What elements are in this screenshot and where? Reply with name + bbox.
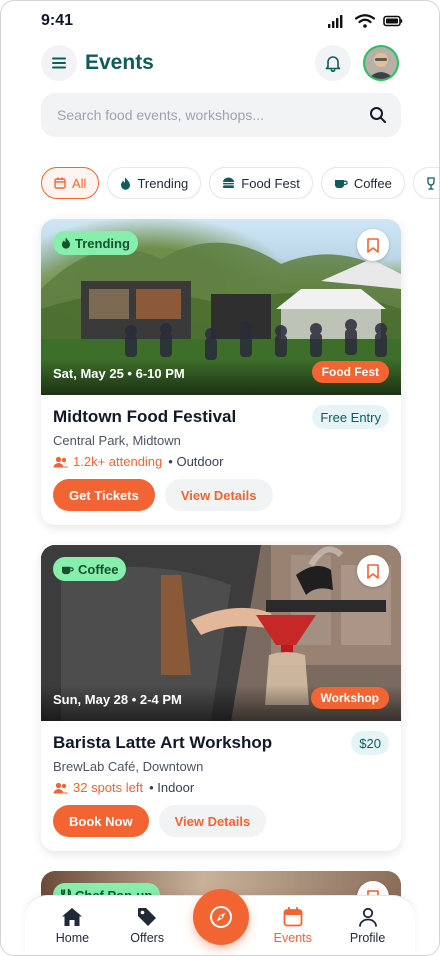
event-card-body: Midtown Food Festival Free Entry Central… xyxy=(41,395,401,525)
nav-profile[interactable]: Profile xyxy=(338,907,398,945)
app-screen: 9:41 Events Search food events, workshop… xyxy=(0,0,440,956)
signal-icon xyxy=(328,15,343,28)
event-title: Barista Latte Art Workshop xyxy=(53,733,273,752)
spots-text: 32 spots left xyxy=(73,780,144,795)
filter-chips: All Trending Food Fest Coffee xyxy=(41,167,439,199)
home-icon xyxy=(62,907,83,926)
tag-label: Trending xyxy=(75,235,130,251)
view-details-button[interactable]: View Details xyxy=(158,805,267,837)
event-photo-coffee: Coffee Sun, May 28 • 2-4 PM Workshop xyxy=(41,545,401,721)
nav-offers[interactable]: Offers xyxy=(117,907,177,945)
filter-chip-wine[interactable]: W xyxy=(412,167,439,199)
user-avatar[interactable] xyxy=(363,45,399,81)
attendance-text: 1.2k+ attending xyxy=(73,454,163,469)
coffee-tag: Coffee xyxy=(53,557,127,581)
user-icon xyxy=(358,907,377,927)
flame-icon xyxy=(61,237,71,249)
bookmark-icon xyxy=(367,237,379,253)
category-badge: Workshop xyxy=(310,687,389,709)
price-pill: Free Entry xyxy=(312,405,389,429)
burger-icon xyxy=(223,177,235,188)
calendar-icon xyxy=(54,177,66,189)
search-input[interactable] xyxy=(57,107,369,123)
nav-label: Events xyxy=(273,930,312,945)
setting-label: Outdoor xyxy=(176,454,224,469)
notifications-button[interactable] xyxy=(315,45,351,81)
people-icon xyxy=(53,456,69,467)
wifi-icon xyxy=(355,14,375,28)
people-icon xyxy=(53,782,69,793)
status-time: 9:41 xyxy=(41,12,74,29)
filter-chip-food-fest[interactable]: Food Fest xyxy=(209,167,313,199)
filter-chip-label: Food Fest xyxy=(241,175,300,191)
nav-label: Home xyxy=(55,930,90,945)
attendance: 1.2k+ attending xyxy=(53,454,162,469)
filter-chip-label: All xyxy=(72,175,87,191)
trending-tag: Trending xyxy=(53,231,138,255)
app-header: Events xyxy=(41,43,399,83)
search-bar[interactable] xyxy=(41,93,401,137)
avatar-portrait xyxy=(365,47,397,79)
calendar-icon xyxy=(283,906,303,926)
event-card-body: Barista Latte Art Workshop $20 BrewLab C… xyxy=(41,721,401,851)
setting-text: • Outdoor xyxy=(168,454,224,469)
event-date: Sat, May 25 • 6-10 PM xyxy=(53,366,185,381)
card-actions: Get Tickets View Details xyxy=(53,479,389,511)
coffee-cup-icon xyxy=(334,180,348,188)
get-tickets-button[interactable]: Get Tickets xyxy=(53,479,155,511)
compass-icon xyxy=(210,906,232,928)
status-icons xyxy=(327,14,403,28)
flame-icon xyxy=(121,177,131,190)
category-badge: Food Fest xyxy=(311,361,389,383)
bookmark-icon xyxy=(367,563,379,579)
filter-chip-trending[interactable]: Trending xyxy=(107,167,202,199)
filter-chip-coffee[interactable]: Coffee xyxy=(320,167,405,199)
event-meta: 32 spots left • Indoor xyxy=(53,780,389,795)
nav-events[interactable]: Events xyxy=(263,906,323,945)
filter-chip-all[interactable]: All xyxy=(41,167,100,199)
page-title: Events xyxy=(85,51,154,74)
view-details-button[interactable]: View Details xyxy=(164,479,273,511)
bell-icon xyxy=(325,56,341,72)
setting-text: • Indoor xyxy=(149,780,195,795)
event-card[interactable]: Coffee Sun, May 28 • 2-4 PM Workshop Bar… xyxy=(41,545,401,851)
book-now-button[interactable]: Book Now xyxy=(53,805,149,837)
bookmark-button[interactable] xyxy=(357,229,389,261)
nav-home[interactable]: Home xyxy=(42,907,102,945)
status-bar: 9:41 xyxy=(1,1,439,41)
filter-chip-label: Coffee xyxy=(353,175,392,191)
price-pill: $20 xyxy=(351,731,389,755)
event-card[interactable]: Trending Sat, May 25 • 6-10 PM Food Fest… xyxy=(41,219,401,525)
bookmark-button[interactable] xyxy=(357,555,389,587)
tag-label: Coffee xyxy=(78,561,119,577)
event-date: Sun, May 28 • 2-4 PM xyxy=(53,692,182,707)
event-location: BrewLab Café, Downtown xyxy=(53,759,204,774)
explore-fab[interactable] xyxy=(193,889,249,945)
nav-label: Offers xyxy=(130,930,165,945)
hamburger-menu-icon xyxy=(52,57,66,69)
tag-icon xyxy=(138,907,157,926)
spots-left: 32 spots left xyxy=(53,780,143,795)
coffee-cup-icon xyxy=(62,566,74,574)
nav-label: Profile xyxy=(349,930,386,945)
search-icon[interactable] xyxy=(369,106,387,124)
event-meta: 1.2k+ attending • Outdoor xyxy=(53,454,389,469)
battery-icon xyxy=(383,15,403,27)
menu-button[interactable] xyxy=(41,45,77,81)
card-actions: Book Now View Details xyxy=(53,805,389,837)
wine-icon xyxy=(427,176,435,190)
setting-label: Indoor xyxy=(157,780,195,795)
filter-chip-label: Trending xyxy=(137,175,189,191)
event-location: Central Park, Midtown xyxy=(53,433,181,448)
event-photo-festival: Trending Sat, May 25 • 6-10 PM Food Fest xyxy=(41,219,401,395)
